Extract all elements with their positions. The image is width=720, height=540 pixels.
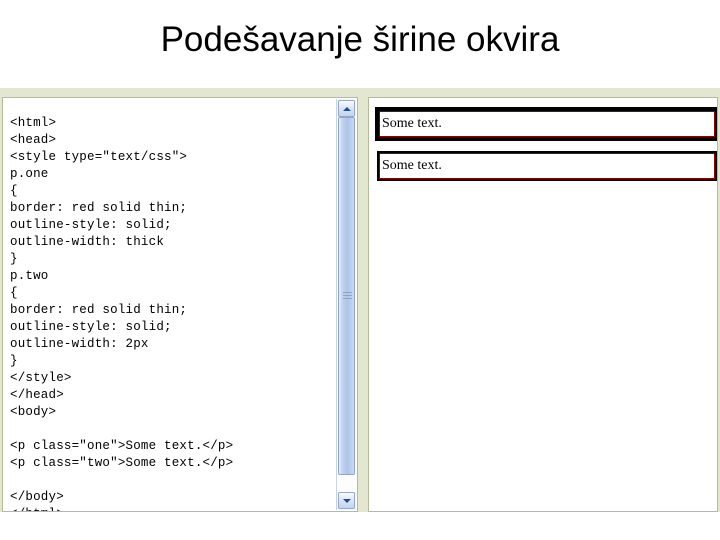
code-editor-panel[interactable]: <html> <head> <style type="text/css"> p.… [2,97,358,512]
chevron-down-icon [342,498,351,503]
preview-paragraph-two: Some text. [377,151,717,181]
page-title: Podešavanje širine okvira [160,20,560,59]
vertical-scrollbar[interactable] [336,99,356,510]
scroll-down-arrow-icon[interactable] [338,492,355,509]
scroll-up-arrow-icon[interactable] [338,100,355,117]
scrollbar-track[interactable] [337,117,356,492]
scroll-thumb-grip [343,292,352,300]
scroll-thumb[interactable] [338,117,355,475]
rendered-preview-panel: Some text. Some text. [368,97,718,512]
preview-paragraph-one: Some text. [375,107,717,141]
chevron-up-icon [342,106,351,111]
code-source-text: <html> <head> <style type="text/css"> p.… [10,115,234,512]
